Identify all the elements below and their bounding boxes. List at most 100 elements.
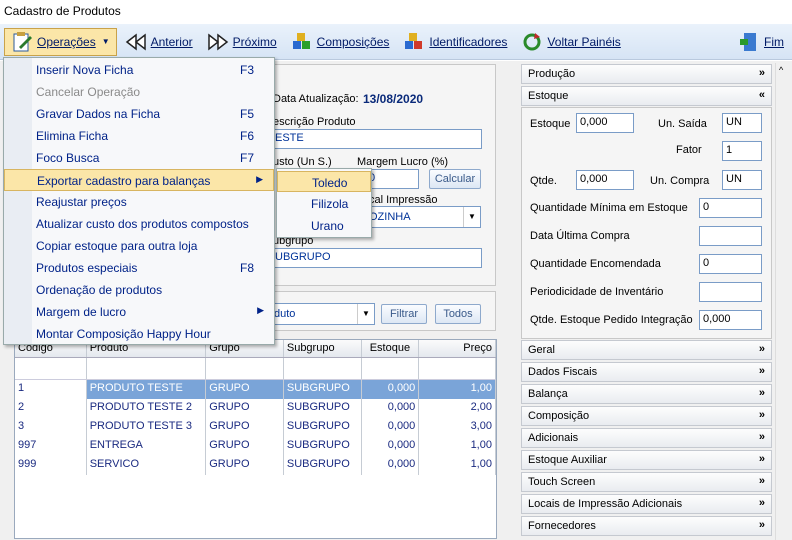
qtde-integracao-label: Qtde. Estoque Pedido Integração (530, 314, 693, 326)
table-row[interactable]: 1 PRODUTO TESTE GRUPO SUBGRUPO 0,000 1,00 (15, 380, 496, 399)
filtrar-button[interactable]: Filtrar (381, 304, 427, 324)
blocks-icon (291, 31, 313, 53)
chevron-down-icon: » (758, 497, 765, 509)
menu-item-atualizar-custo[interactable]: Atualizar custo dos produtos compostos (4, 213, 274, 235)
chevron-down-icon: » (758, 343, 765, 355)
fator-label: Fator (676, 144, 702, 156)
section-geral[interactable]: Geral» (521, 340, 772, 360)
chevron-down-icon: » (758, 519, 765, 531)
un-saida-input[interactable]: UN (722, 113, 762, 133)
submenu-item-filizola[interactable]: Filizola (277, 193, 371, 214)
qenc-label: Quantidade Encomendada (530, 258, 661, 270)
menu-item-inserir[interactable]: Inserir Nova Ficha F3 (4, 59, 274, 81)
menu-item-elimina[interactable]: Elimina Ficha F6 (4, 125, 274, 147)
qmin-label: Quantidade Mínima em Estoque (530, 202, 688, 214)
menu-item-foco-busca[interactable]: Foco Busca F7 (4, 147, 274, 169)
filter-select[interactable]: duto ▼ (271, 303, 375, 325)
chevron-down-icon: » (758, 67, 765, 79)
margem-label: Margem Lucro (%) (357, 156, 449, 168)
menu-item-produtos-especiais[interactable]: Produtos especiais F8 (4, 257, 274, 279)
proximo-button[interactable]: Próximo (201, 28, 283, 56)
qtde-input[interactable]: 0,000 (576, 170, 634, 190)
periodicidade-input[interactable] (699, 282, 762, 302)
clipboard-edit-icon (11, 31, 33, 53)
fim-button[interactable]: Fim (732, 28, 790, 56)
estoque-label: Estoque (530, 118, 571, 130)
section-locais-impressao[interactable]: Locais de Impressão Adicionais» (521, 494, 772, 514)
un-compra-label: Un. Compra (650, 175, 710, 187)
anterior-button[interactable]: Anterior (119, 28, 199, 56)
calcular-button[interactable]: Calcular (429, 169, 481, 189)
col-preco[interactable]: Preço (419, 340, 496, 357)
menu-item-happy-hour[interactable]: Montar Composição Happy Hour (4, 323, 274, 345)
menu-item-ordenacao[interactable]: Ordenação de produtos (4, 279, 274, 301)
composicoes-button[interactable]: Composições (285, 28, 396, 56)
fast-forward-icon (207, 31, 229, 53)
section-estoque-auxiliar[interactable]: Estoque Auxiliar» (521, 450, 772, 470)
section-balanca[interactable]: Balança» (521, 384, 772, 404)
operacoes-menu: Inserir Nova Ficha F3 Cancelar Operação G… (3, 57, 275, 345)
menu-item-exportar-balancas[interactable]: Exportar cadastro para balanças ▶ (4, 169, 274, 191)
products-grid[interactable]: Código Produto Grupo Subgrupo Estoque Pr… (14, 339, 497, 539)
submenu-item-toledo[interactable]: Toledo (277, 171, 371, 192)
chevron-down-icon: » (758, 453, 765, 465)
menu-item-margem-lucro[interactable]: Margem de lucro ▶ (4, 301, 274, 323)
section-estoque[interactable]: Estoque « (521, 86, 772, 106)
filter-row[interactable] (15, 358, 496, 380)
vertical-scrollbar[interactable]: ^ (775, 63, 791, 540)
chevron-right-icon: ▶ (256, 174, 263, 184)
data-atualizacao-value: 13/08/2020 (363, 92, 424, 106)
un-compra-input[interactable]: UN (722, 170, 762, 190)
col-estoque[interactable]: Estoque (362, 340, 420, 357)
section-adicionais[interactable]: Adicionais» (521, 428, 772, 448)
chevron-down-icon: » (758, 409, 765, 421)
voltar-paineis-button[interactable]: Voltar Painéis (515, 28, 626, 56)
menu-item-copiar-estoque[interactable]: Copiar estoque para outra loja (4, 235, 274, 257)
data-atualizacao-label: Data Atualização: (273, 93, 359, 105)
section-composicao[interactable]: Composição» (521, 406, 772, 426)
margem-input[interactable]: 0 (365, 169, 419, 189)
estoque-input[interactable]: 0,000 (576, 113, 634, 133)
chevron-down-icon: ▼ (357, 304, 374, 324)
identificadores-button[interactable]: Identificadores (397, 28, 513, 56)
scroll-up-icon[interactable]: ^ (779, 65, 783, 75)
local-impressao-select[interactable]: OZINHA ▼ (365, 206, 481, 228)
filter-panel: duto ▼ Filtrar Todos (268, 291, 496, 331)
exit-door-icon (738, 31, 760, 53)
col-subgrupo[interactable]: Subgrupo (284, 340, 362, 357)
table-row[interactable]: 997 ENTREGA GRUPO SUBGRUPO 0,000 1,00 (15, 437, 496, 456)
chevron-up-icon: « (758, 89, 765, 101)
section-dados-fiscais[interactable]: Dados Fiscais» (521, 362, 772, 382)
local-impressao-label: cal Impressão (369, 194, 438, 206)
un-saida-label: Un. Saída (658, 118, 707, 130)
subgrupo-input[interactable]: UBGRUPO (271, 248, 482, 268)
menu-item-gravar[interactable]: Gravar Dados na Ficha F5 (4, 103, 274, 125)
menu-item-reajustar[interactable]: Reajustar preços (4, 191, 274, 213)
operacoes-button[interactable]: Operações ▼ (4, 27, 117, 56)
section-touch-screen[interactable]: Touch Screen» (521, 472, 772, 492)
data-compra-label: Data Última Compra (530, 230, 630, 242)
data-compra-input[interactable] (699, 226, 762, 246)
rewind-icon (125, 31, 147, 53)
qtde-integracao-input[interactable]: 0,000 (699, 310, 762, 330)
chevron-down-icon: » (758, 431, 765, 443)
right-panel: Produção» Estoque « Estoque 0,000 Un. Saí… (520, 61, 792, 540)
window-title: Cadastro de Produtos (0, 0, 792, 24)
chevron-down-icon: ▼ (463, 207, 480, 227)
balancas-submenu: Toledo Filizola Urano (276, 168, 372, 238)
section-fornecedores[interactable]: Fornecedores» (521, 516, 772, 536)
todos-button[interactable]: Todos (435, 304, 481, 324)
section-producao[interactable]: Produção» (521, 64, 772, 84)
table-row[interactable]: 2 PRODUTO TESTE 2 GRUPO SUBGRUPO 0,000 2,00 (15, 399, 496, 418)
table-row[interactable]: 3 PRODUTO TESTE 3 GRUPO SUBGRUPO 0,000 3,00 (15, 418, 496, 437)
blocks-icon (403, 31, 425, 53)
periodicidade-label: Periodicidade de Inventário (530, 286, 664, 298)
qenc-input[interactable]: 0 (699, 254, 762, 274)
chevron-right-icon: ▶ (257, 305, 264, 315)
fator-input[interactable]: 1 (722, 141, 762, 161)
submenu-item-urano[interactable]: Urano (277, 215, 371, 236)
table-row[interactable]: 999 SERVICO GRUPO SUBGRUPO 0,000 1,00 (15, 456, 496, 475)
descricao-input[interactable]: ESTE (271, 129, 482, 149)
qmin-input[interactable]: 0 (699, 198, 762, 218)
toolbar: Operações ▼ Anterior Próximo Composições … (0, 24, 792, 60)
